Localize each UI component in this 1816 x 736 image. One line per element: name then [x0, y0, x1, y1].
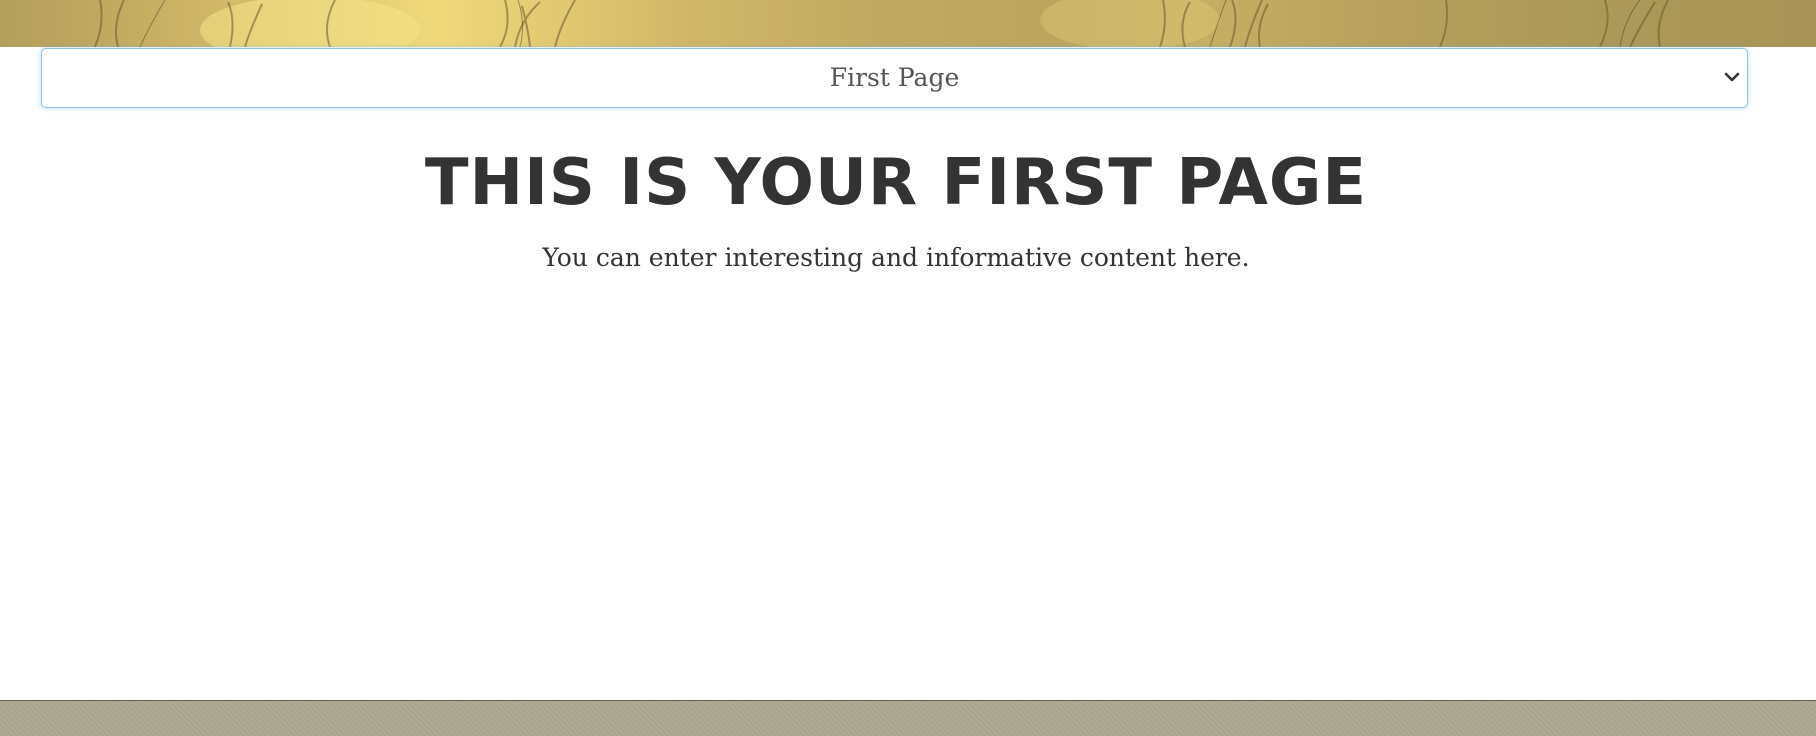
page-title: THIS IS YOUR FIRST PAGE: [424, 146, 1368, 220]
page-subtitle: You can enter interesting and informativ…: [542, 243, 1250, 272]
footer-band: [0, 700, 1816, 736]
header-banner-image: [0, 0, 1816, 47]
grass-illustration: [94, 0, 1669, 47]
page-select-value: First Page: [829, 63, 960, 92]
chevron-down-icon: [1724, 72, 1740, 82]
page: First Page THIS IS YOUR FIRST PAGE You c…: [0, 0, 1816, 736]
page-select-dropdown[interactable]: First Page: [41, 48, 1748, 108]
